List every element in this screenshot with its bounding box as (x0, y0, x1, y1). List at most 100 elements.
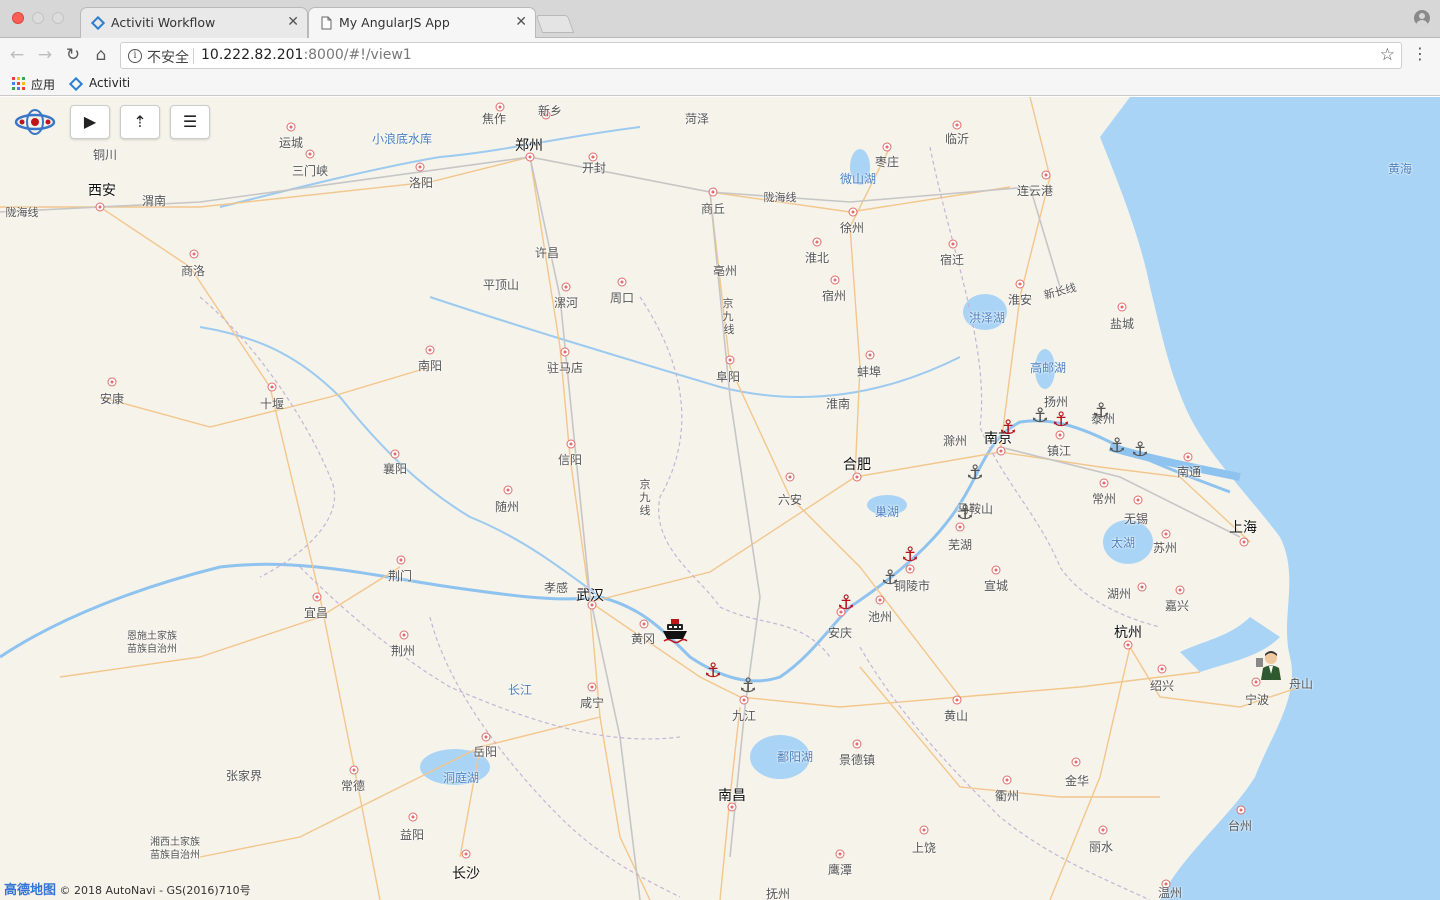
map-label: 运城 (278, 136, 304, 150)
port-anchor-icon[interactable]: ⚓ (835, 591, 857, 613)
map-label: 许昌 (534, 246, 560, 260)
port-anchor-icon[interactable]: ⚓ (1029, 404, 1051, 426)
upload-button[interactable]: ⇡ (120, 105, 160, 139)
city-dot (1098, 825, 1108, 835)
reload-icon[interactable]: ↻ (62, 44, 84, 66)
port-anchor-icon[interactable]: ⚓ (1129, 438, 1151, 460)
port-anchor-icon[interactable]: ⚓ (997, 416, 1019, 438)
amap-logo[interactable]: 高德地图 (4, 883, 56, 898)
city-dot (1239, 537, 1249, 547)
port-anchor-icon[interactable]: ⚓ (702, 659, 724, 681)
tab-close-icon[interactable]: ✕ (287, 14, 299, 30)
map-view[interactable]: 郑州 西安 武汉 合肥 南京 上海 杭州 南昌 长沙 铜川 渭南 商洛 安康 十… (0, 97, 1440, 900)
map-label: 嘉兴 (1164, 599, 1190, 613)
map-label: 杭州 (1114, 625, 1142, 641)
city-dot (1117, 302, 1127, 312)
city-dot (95, 202, 105, 212)
home-icon[interactable]: ⌂ (90, 44, 112, 66)
map-label: 焦作 (481, 112, 507, 126)
tab-close-icon[interactable]: ✕ (515, 14, 527, 30)
tab-activiti-workflow[interactable]: Activiti Workflow ✕ (80, 7, 308, 38)
tab-my-angularjs-app[interactable]: My AngularJS App ✕ (308, 7, 536, 39)
city-dot (835, 849, 845, 859)
map-label: 连云港 (1016, 184, 1054, 198)
forward-arrow-icon[interactable]: → (34, 44, 56, 66)
city-dot (948, 239, 958, 249)
port-anchor-icon[interactable]: ⚓ (879, 566, 901, 588)
bookmark-apps[interactable]: 应用 (31, 76, 55, 93)
address-bar[interactable]: i 不安全 10.222.82.201:8000/#!/view1 ☆ (120, 42, 1402, 69)
map-label: 镇江 (1046, 444, 1072, 458)
map-label: 驻马店 (546, 361, 584, 375)
map-label: 郑州 (515, 138, 543, 154)
city-dot (481, 732, 491, 742)
map-label: 线 (639, 504, 651, 517)
map-label: 长沙 (452, 866, 480, 882)
city-dot (852, 739, 862, 749)
map-label: 陇海线 (5, 206, 39, 219)
city-dot (1133, 495, 1143, 505)
city-dot (399, 630, 409, 640)
browser-menu-icon[interactable]: ⋮ (1412, 44, 1428, 63)
city-dot (408, 812, 418, 822)
port-anchor-icon[interactable]: ⚓ (899, 543, 921, 565)
map-label: 亳州 (712, 264, 738, 278)
back-arrow-icon[interactable]: ← (6, 44, 28, 66)
tab-title: Activiti Workflow (111, 15, 216, 30)
map-label: 宁波 (1244, 693, 1270, 707)
profile-icon[interactable] (1414, 10, 1430, 26)
port-anchor-icon[interactable]: ⚓ (1106, 434, 1128, 456)
city-dot (1071, 757, 1081, 767)
city-dot (1002, 775, 1012, 785)
port-anchor-icon[interactable]: ⚓ (1050, 408, 1072, 430)
url-host: 10.222.82.201 (201, 47, 304, 63)
city-dot (1099, 478, 1109, 488)
map-label: 益阳 (399, 828, 425, 842)
bookmark-activiti[interactable]: Activiti (89, 76, 130, 90)
port-anchor-icon[interactable]: ⚓ (737, 674, 759, 696)
map-label: 南昌 (718, 788, 746, 804)
map-label: 蚌埠 (856, 365, 882, 379)
map-label: 盐城 (1109, 317, 1135, 331)
map-label: 绍兴 (1149, 679, 1175, 693)
map-label: 枣庄 (874, 155, 900, 169)
map-label: 苗族自治州 (150, 850, 200, 861)
map-label: 上海 (1229, 520, 1257, 536)
city-dot (952, 695, 962, 705)
person-marker-icon[interactable] (1256, 650, 1284, 680)
city-dot (830, 275, 840, 285)
apps-grid-icon[interactable] (12, 77, 25, 90)
port-anchor-icon[interactable]: ⚓ (954, 501, 976, 523)
city-dot (286, 122, 296, 132)
map-label: 信阳 (557, 453, 583, 467)
city-dot (639, 619, 649, 629)
window-close-button[interactable] (12, 12, 24, 24)
bookmark-star-icon[interactable]: ☆ (1380, 45, 1395, 65)
city-dot (587, 682, 597, 692)
play-button[interactable]: ▶ (70, 105, 110, 139)
map-label: 商洛 (180, 264, 206, 278)
map-label: 芜湖 (947, 538, 973, 552)
new-tab-button[interactable] (535, 15, 575, 33)
menu-button[interactable]: ☰ (170, 105, 210, 139)
city-dot (425, 345, 435, 355)
city-dot (1055, 430, 1065, 440)
security-label: 不安全 (147, 50, 189, 66)
window-minimize-button[interactable] (32, 12, 44, 24)
map-label: 洪泽湖 (968, 311, 1006, 325)
map-label: 荆州 (390, 644, 416, 658)
ship-icon[interactable] (662, 617, 688, 645)
map-label: 长江 (507, 683, 533, 697)
window-maximize-button[interactable] (52, 12, 64, 24)
map-label: 安庆 (827, 626, 853, 640)
map-label: 宜昌 (303, 606, 329, 620)
app-logo-icon (14, 109, 56, 135)
port-anchor-icon[interactable]: ⚓ (964, 461, 986, 483)
city-dot (812, 237, 822, 247)
url-path: :8000/#!/view1 (303, 47, 412, 63)
city-dot (865, 350, 875, 360)
port-anchor-icon[interactable]: ⚓ (1090, 399, 1112, 421)
activiti-diamond-icon (91, 16, 105, 30)
info-icon[interactable]: i (128, 49, 142, 63)
map-label: 三门峡 (291, 164, 329, 178)
